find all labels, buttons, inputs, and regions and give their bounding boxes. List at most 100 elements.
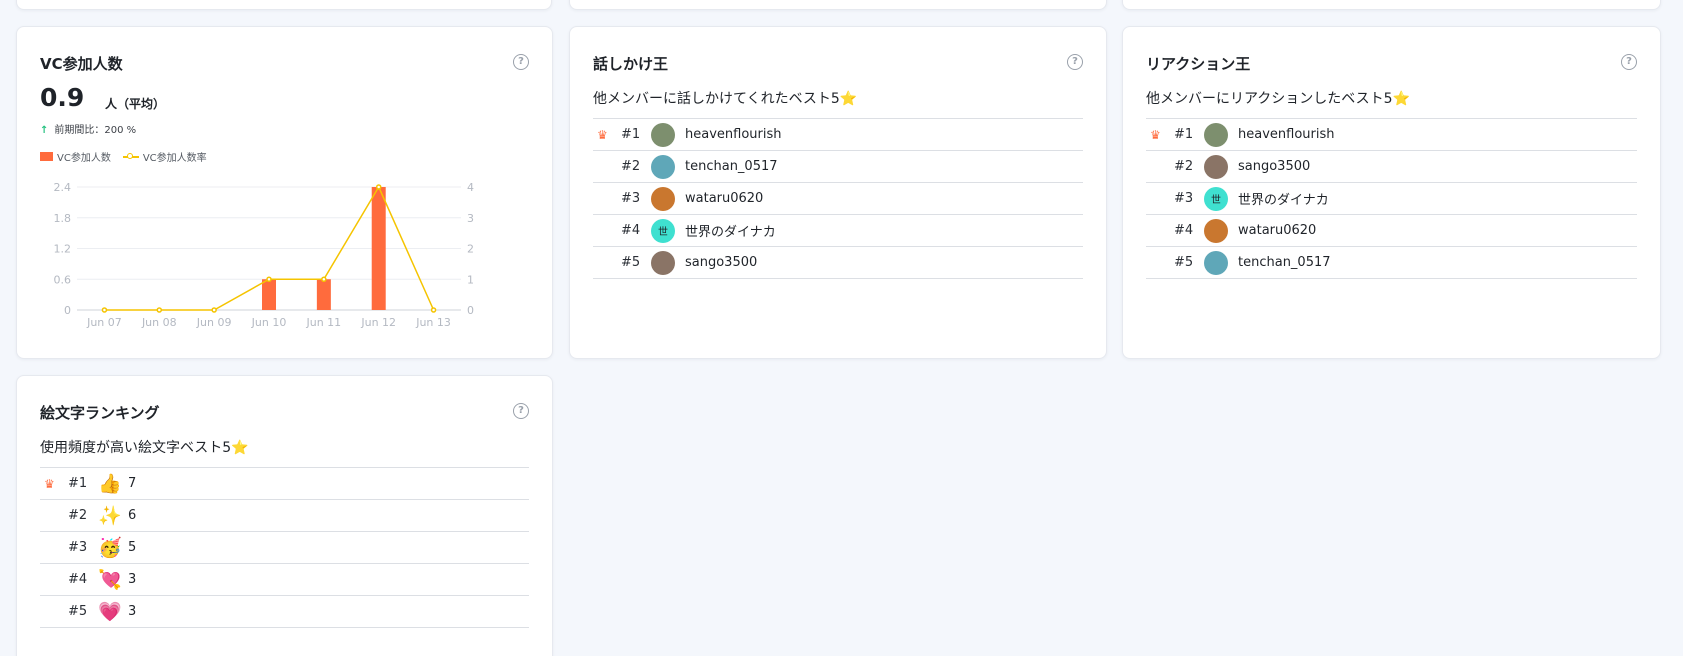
user-ranking-row[interactable]: #5 sango3500 [593,247,1083,279]
help-icon[interactable]: ? [1621,54,1637,70]
username[interactable]: heavenflourish [685,127,781,142]
x-tick-label: Jun 11 [306,316,342,329]
emoji-ranking-row[interactable]: #4 💘 3 [40,564,529,596]
username[interactable]: wataru0620 [685,191,763,206]
help-icon[interactable]: ? [1067,54,1083,70]
vc-card-title: VC参加人数 [40,55,123,73]
crown-icon: ♛ [44,476,55,491]
chart-point [101,307,108,313]
chart-legend: VC参加人数 VC参加人数率 [40,149,207,164]
crown-icon: ♛ [1150,127,1161,142]
rank-number: #1 [621,127,641,142]
rank-number: #3 [1174,191,1194,206]
user-ranking-row[interactable]: #4 世世界のダイナカ [593,215,1083,247]
user-ranking-row[interactable]: #3 wataru0620 [593,183,1083,215]
avatar[interactable]: 世 [651,218,675,243]
y-tick-label: 1.8 [54,212,72,225]
y-tick-label: 0.6 [54,273,72,286]
emoji-card-title: 絵文字ランキング [40,404,160,422]
chart-point [375,184,382,190]
rank-number: #5 [68,604,88,619]
y-tick-label: 1.2 [54,243,72,256]
top-card-2 [569,0,1107,10]
username[interactable]: heavenflourish [1238,127,1334,142]
crown-icon: ♛ [597,127,608,142]
top-card-3 [1122,0,1661,10]
user-ranking-row[interactable]: #2 tenchan_0517 [593,151,1083,183]
emoji-ranking-row[interactable]: ♛ #1 👍 7 [40,468,529,500]
star-icon: ⭐ [1392,91,1410,107]
username[interactable]: 世界のダイナカ [1238,189,1329,208]
avatar[interactable] [1204,218,1228,243]
rank-number: #4 [68,572,88,587]
x-tick-label: Jun 10 [251,316,287,329]
user-ranking-row[interactable]: #3 世世界のダイナカ [1146,183,1637,215]
legend-bar-label[interactable]: VC参加人数 [57,149,111,164]
emoji-icon: ✨ [98,505,122,527]
chart-point [321,276,327,282]
chart-bar [316,279,331,310]
user-ranking-row[interactable]: ♛ #1 heavenflourish [593,119,1083,151]
chart-bar [371,187,386,310]
emoji-count: 7 [128,476,137,491]
emoji-ranking-card: 絵文字ランキング ? 使用頻度が高い絵文字ベスト5⭐ ♛ #1 👍 7 #2 ✨ 6 #3 🥳 5… [16,375,553,656]
emoji-ranking-row[interactable]: #5 💗 3 [40,596,529,628]
user-ranking-row[interactable]: #2 sango3500 [1146,151,1637,183]
legend-line-label[interactable]: VC参加人数率 [143,149,207,164]
rank-number: #3 [621,191,641,206]
x-tick-label: Jun 09 [196,316,232,329]
top-card-1 [16,0,552,10]
avatar[interactable] [651,250,675,275]
rank-number: #1 [68,476,88,491]
avatar[interactable]: 世 [1204,186,1228,211]
avatar[interactable] [651,154,675,179]
emoji-ranking-row[interactable]: #2 ✨ 6 [40,500,529,532]
chart-point [211,307,217,313]
vc-average-value: 0.9 [40,83,85,112]
y-tick-label: 2.4 [54,181,72,194]
reaction-card-title: リアクション王 [1146,55,1251,73]
x-tick-label: Jun 13 [415,316,451,329]
username[interactable]: tenchan_0517 [685,159,778,174]
x-tick-label: Jun 07 [86,316,122,329]
username[interactable]: wataru0620 [1238,223,1316,238]
avatar[interactable] [651,122,675,147]
emoji-count: 3 [128,604,137,619]
star-icon: ⭐ [231,440,249,456]
emoji-count: 3 [128,572,137,587]
legend-bar-swatch[interactable] [40,152,53,161]
username[interactable]: sango3500 [685,255,757,270]
rank-number: #4 [621,223,641,238]
reaction-ranking-list: ♛ #1 heavenflourish #2 sango3500 #3 世世界のダイナカ #4… [1146,118,1637,279]
chart-point [156,307,163,313]
username[interactable]: tenchan_0517 [1238,255,1331,270]
emoji-count: 5 [128,540,137,555]
username[interactable]: sango3500 [1238,159,1310,174]
emoji-icon: 🥳 [98,537,122,559]
avatar[interactable] [1204,250,1228,275]
vc-average-unit: 人（平均） [105,97,166,111]
user-ranking-row[interactable]: #5 tenchan_0517 [1146,247,1637,279]
y2-tick-label: 3 [467,212,474,225]
talk-subtitle-text: 他メンバーに話しかけてくれたベスト5 [593,91,840,107]
x-tick-label: Jun 08 [141,316,177,329]
y2-tick-label: 0 [467,304,474,317]
emoji-card-subtitle: 使用頻度が高い絵文字ベスト5⭐ [40,437,249,457]
help-icon[interactable]: ? [513,54,529,70]
username[interactable]: 世界のダイナカ [685,221,776,240]
avatar[interactable] [1204,122,1228,147]
reaction-king-card: リアクション王 ? 他メンバーにリアクションしたベスト5⭐ ♛ #1 heavenf… [1122,26,1661,359]
emoji-ranking-row[interactable]: #3 🥳 5 [40,532,529,564]
talk-card-subtitle: 他メンバーに話しかけてくれたベスト5⭐ [593,88,857,108]
talk-ranking-list: ♛ #1 heavenflourish #2 tenchan_0517 #3 wataru0… [593,118,1083,279]
legend-line-swatch[interactable] [122,152,139,159]
reaction-card-subtitle: 他メンバーにリアクションしたベスト5⭐ [1146,88,1410,108]
rank-number: #2 [68,508,88,523]
avatar[interactable] [1204,154,1228,179]
avatar[interactable] [651,186,675,211]
vc-comparison: ↑ 前期間比：200 % [40,121,136,136]
user-ranking-row[interactable]: #4 wataru0620 [1146,215,1637,247]
user-ranking-row[interactable]: ♛ #1 heavenflourish [1146,119,1637,151]
help-icon[interactable]: ? [513,403,529,419]
rank-number: #1 [1174,127,1194,142]
